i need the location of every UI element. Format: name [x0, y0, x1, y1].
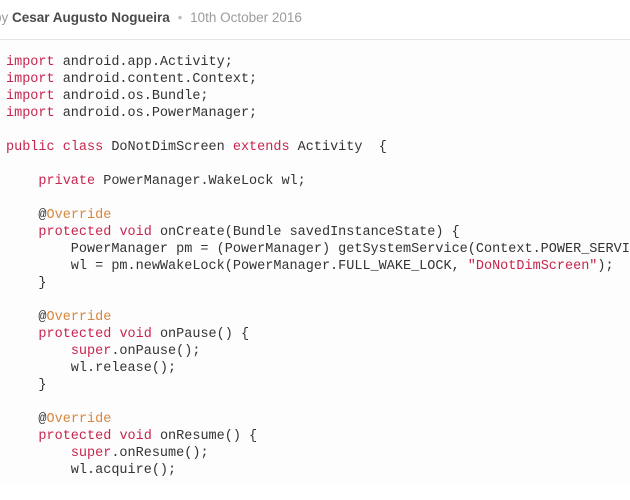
post-date: 10th October 2016: [190, 10, 302, 25]
post-meta: by Cesar Augusto Nogueira • 10th October…: [0, 0, 630, 39]
indent: [6, 174, 38, 189]
code-text: wl.acquire();: [6, 463, 176, 478]
code-text: .onPause();: [111, 344, 200, 359]
annotation-override: Override: [47, 412, 112, 427]
by-label: by: [0, 10, 12, 25]
kw-protected: protected: [38, 327, 111, 342]
code-text: onPause() {: [152, 327, 249, 342]
code-text: onResume() {: [152, 429, 257, 444]
code-text: PowerManager pm = (PowerManager) getSyst…: [6, 242, 630, 257]
code-text: PowerManager.WakeLock wl;: [95, 174, 306, 189]
kw-public: public: [6, 140, 55, 155]
code-text: );: [597, 259, 613, 274]
kw-class: class: [63, 140, 104, 155]
code-text: wl = pm.newWakeLock(PowerManager.FULL_WA…: [6, 259, 468, 274]
author-link[interactable]: Cesar Augusto Nogueira: [12, 10, 170, 25]
kw-import: import: [6, 106, 55, 121]
kw-protected: protected: [38, 225, 111, 240]
kw-void: void: [119, 327, 151, 342]
string-literal: "DoNotDimScreen": [468, 259, 598, 274]
indent: [6, 344, 71, 359]
kw-super: super: [71, 344, 112, 359]
code-text: android.os.PowerManager;: [55, 106, 258, 121]
code-block: import android.app.Activity; import andr…: [0, 39, 630, 485]
code-text: android.content.Context;: [55, 72, 258, 87]
code-text: }: [6, 276, 47, 291]
meta-separator: •: [178, 10, 183, 25]
kw-private: private: [38, 174, 95, 189]
indent: [6, 429, 38, 444]
indent: [6, 208, 38, 223]
annotation-override: Override: [47, 310, 112, 325]
annotation-override: Override: [47, 208, 112, 223]
at: @: [38, 412, 46, 427]
at: @: [38, 310, 46, 325]
indent: [6, 327, 38, 342]
code-text: android.os.Bundle;: [55, 89, 209, 104]
indent: [6, 446, 71, 461]
code-text: .onResume();: [111, 446, 208, 461]
kw-protected: protected: [38, 429, 111, 444]
indent: [6, 310, 38, 325]
code-text: android.app.Activity;: [55, 55, 233, 70]
indent: [6, 225, 38, 240]
kw-import: import: [6, 89, 55, 104]
kw-extends: extends: [233, 140, 290, 155]
kw-import: import: [6, 55, 55, 70]
code-text: }: [6, 378, 47, 393]
kw-import: import: [6, 72, 55, 87]
code-text: wl.release();: [6, 361, 176, 376]
kw-super: super: [71, 446, 112, 461]
at: @: [38, 208, 46, 223]
code-content: import android.app.Activity; import andr…: [6, 54, 624, 479]
kw-void: void: [119, 429, 151, 444]
kw-void: void: [119, 225, 151, 240]
code-text: DoNotDimScreen: [103, 140, 233, 155]
code-text: onCreate(Bundle savedInstanceState) {: [152, 225, 460, 240]
indent: [6, 412, 38, 427]
code-text: Activity {: [290, 140, 387, 155]
